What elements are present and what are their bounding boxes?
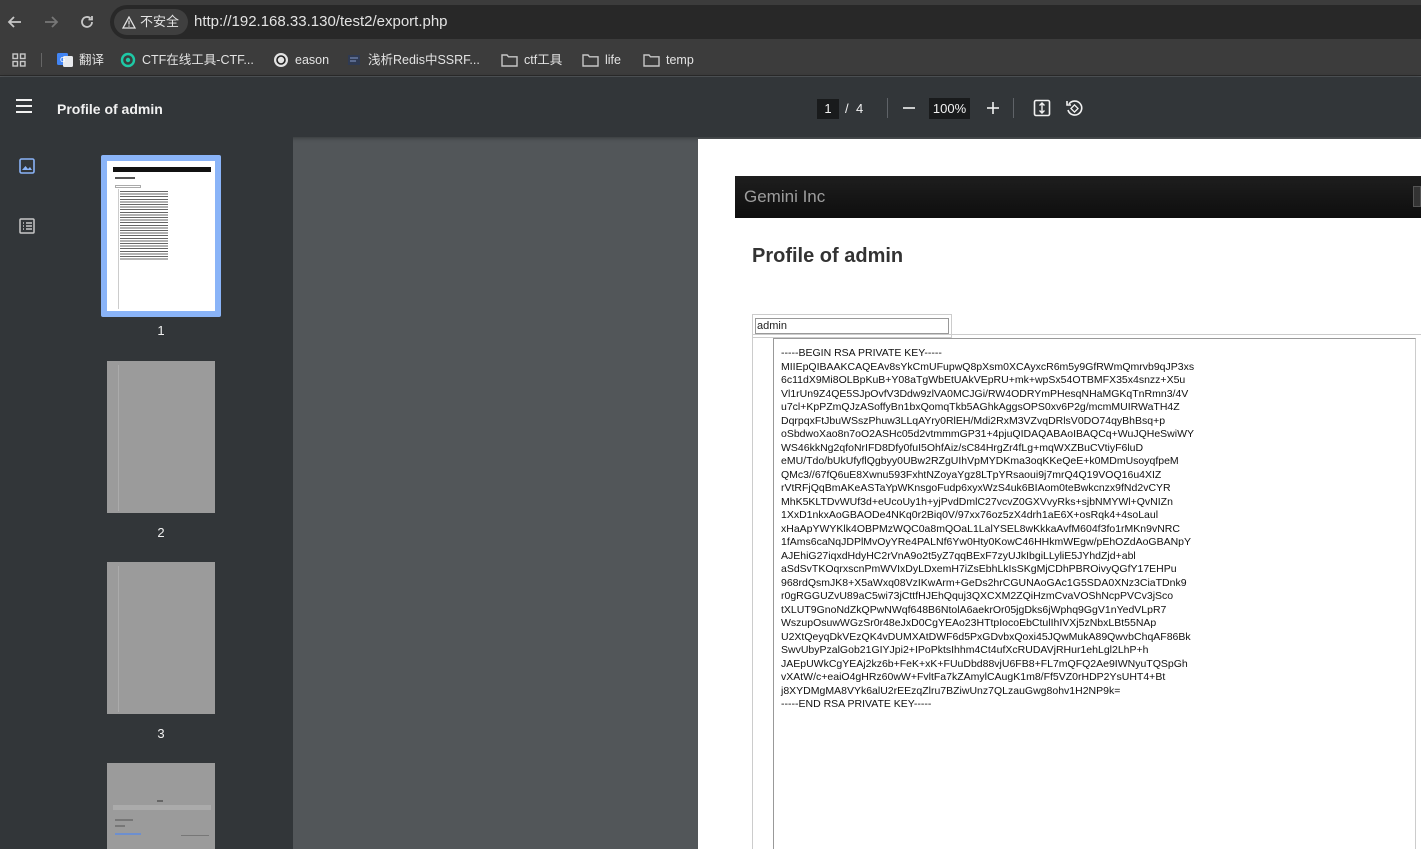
back-button[interactable] bbox=[2, 9, 28, 35]
username-field: admin bbox=[755, 318, 949, 334]
page-count: 4 bbox=[856, 101, 864, 116]
warning-icon bbox=[122, 15, 136, 29]
bookmark-folder-temp[interactable]: temp bbox=[643, 51, 694, 69]
zoom-in-button[interactable] bbox=[980, 95, 1006, 121]
bookmarks-bar: G 翻译 CTF在线工具-CTF... eason 浅析Redis中SSRF..… bbox=[0, 44, 1421, 76]
toolbar-divider bbox=[887, 98, 888, 118]
document-title: Profile of admin bbox=[57, 101, 163, 117]
thumbnail-page-2[interactable]: 2 bbox=[107, 361, 215, 551]
arrow-right-icon bbox=[45, 16, 59, 28]
apps-button[interactable] bbox=[11, 51, 27, 69]
private-key-text: -----BEGIN RSA PRIVATE KEY----- MIIEpQIB… bbox=[781, 347, 1195, 710]
reload-icon bbox=[81, 16, 93, 28]
thumbnail-panel: 1 2 3 bbox=[55, 137, 293, 849]
sidebar-rail bbox=[0, 137, 55, 849]
minus-icon bbox=[903, 107, 915, 109]
thumbnail-label: 2 bbox=[157, 525, 165, 540]
zoom-input[interactable]: 100% bbox=[929, 98, 970, 119]
hamburger-icon bbox=[14, 99, 34, 113]
reload-button[interactable] bbox=[74, 9, 100, 35]
security-chip[interactable]: 不安全 bbox=[114, 9, 189, 35]
thumbnail-preview bbox=[107, 562, 215, 714]
folder-icon bbox=[501, 54, 518, 67]
svg-text:G: G bbox=[60, 56, 65, 64]
fit-to-page-button[interactable] bbox=[1029, 95, 1055, 121]
image-icon bbox=[19, 158, 35, 174]
page-icon bbox=[348, 55, 360, 65]
bookmark-redis-ssrf[interactable]: 浅析Redis中SSRF... bbox=[346, 51, 480, 69]
folder-icon bbox=[643, 54, 660, 67]
thumbnail-preview bbox=[107, 763, 215, 849]
browser-toolbar: 不安全 http://192.168.33.130/test2/export.p… bbox=[0, 0, 1421, 44]
page-heading: Profile of admin bbox=[752, 245, 904, 267]
security-label: 不安全 bbox=[140, 14, 180, 29]
thumbnail-page-4[interactable] bbox=[107, 763, 215, 849]
pdf-toolbar: Profile of admin 1 / 4 100% bbox=[0, 77, 1421, 137]
rotate-button[interactable] bbox=[1061, 95, 1087, 121]
thumbnails-view-button[interactable] bbox=[18, 157, 36, 175]
list-icon bbox=[19, 218, 35, 234]
pdf-page: Gemini Inc Profile of admin admin -----B… bbox=[698, 139, 1421, 849]
zoom-out-button[interactable] bbox=[896, 95, 922, 121]
thumbnail-page-3[interactable]: 3 bbox=[107, 562, 215, 752]
bookmark-folder-ctf-tools[interactable]: ctf工具 bbox=[501, 51, 562, 69]
arrow-left-icon bbox=[7, 16, 21, 28]
fit-page-icon bbox=[1033, 99, 1051, 117]
folder-icon bbox=[582, 54, 599, 67]
openai-icon bbox=[274, 53, 288, 67]
globe-icon bbox=[120, 52, 136, 68]
thumbnail-label: 1 bbox=[157, 323, 165, 338]
bookmark-translate[interactable]: G 翻译 bbox=[57, 51, 104, 69]
url-text[interactable]: http://192.168.33.130/test2/export.php bbox=[194, 5, 448, 39]
bookmark-eason[interactable]: eason bbox=[273, 51, 329, 69]
bookmarks-divider bbox=[41, 53, 42, 67]
page-number-input[interactable]: 1 bbox=[817, 99, 839, 119]
thumbnail-preview bbox=[107, 161, 215, 311]
forward-button[interactable] bbox=[38, 9, 64, 35]
site-brand: Gemini Inc bbox=[744, 187, 826, 206]
outline-view-button[interactable] bbox=[18, 217, 36, 235]
plus-icon bbox=[987, 102, 999, 114]
site-header: Gemini Inc bbox=[735, 176, 1421, 218]
thumbnail-page-1[interactable]: 1 bbox=[101, 155, 221, 345]
header-button bbox=[1413, 186, 1421, 207]
address-bar[interactable]: 不安全 http://192.168.33.130/test2/export.p… bbox=[110, 5, 1421, 39]
thumbnail-label: 3 bbox=[157, 726, 165, 741]
toolbar-divider bbox=[1013, 98, 1014, 118]
apps-grid-icon bbox=[12, 53, 26, 67]
bookmark-folder-life[interactable]: life bbox=[582, 51, 621, 69]
bookmark-ctf-tools-online[interactable]: CTF在线工具-CTF... bbox=[120, 51, 254, 69]
menu-button[interactable] bbox=[14, 97, 34, 117]
google-translate-icon: G bbox=[57, 53, 73, 67]
rotate-icon bbox=[1066, 100, 1083, 116]
thumbnail-preview bbox=[107, 361, 215, 513]
page-separator: / bbox=[845, 101, 849, 116]
